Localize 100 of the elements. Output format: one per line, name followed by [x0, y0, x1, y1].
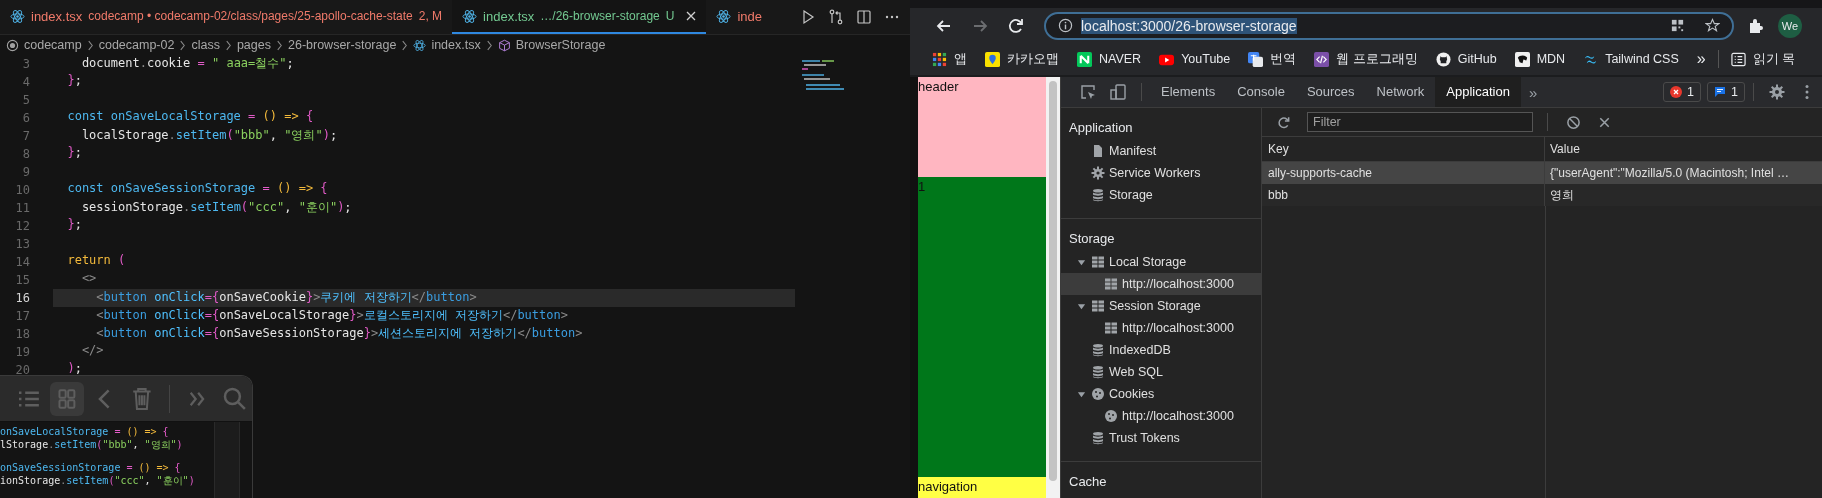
star-icon[interactable] [1705, 18, 1720, 33]
code-line: }; [66, 217, 83, 233]
devtools-tab[interactable]: Network [1365, 77, 1436, 107]
column-header[interactable]: Value [1545, 137, 1822, 161]
file-icon [1091, 144, 1105, 158]
profile-avatar[interactable]: We [1778, 13, 1802, 38]
database-icon [1091, 431, 1105, 445]
breadcrumb-item[interactable]: BrowserStorage [515, 38, 606, 52]
cookie-icon [1104, 409, 1118, 423]
bookmark[interactable]: Tailwind CSS [1583, 51, 1679, 67]
breadcrumb-item[interactable]: index.tsx [431, 38, 481, 52]
tree-item[interactable]: Local Storage [1061, 251, 1261, 273]
qr-code-icon[interactable] [1670, 18, 1685, 33]
bookmark[interactable]: 번역 [1248, 50, 1297, 68]
column-header[interactable]: Key [1262, 137, 1545, 161]
atom-icon [413, 38, 427, 52]
list-icon [1730, 51, 1746, 67]
editor-tab[interactable]: index.tsx codecamp • codecamp-02/class/pages/25-apollo-cache-state 2, M [0, 0, 453, 34]
devtools-tab[interactable]: Sources [1295, 77, 1366, 107]
atom-icon [10, 8, 25, 24]
tree-item[interactable]: IndexedDB [1061, 339, 1261, 361]
tree-item[interactable]: Trust Tokens [1061, 427, 1261, 449]
line-number: 17 [14, 309, 30, 323]
code-line: return ( [66, 253, 127, 269]
expand-arrow-icon[interactable] [1077, 301, 1086, 311]
scroll-track[interactable] [214, 422, 240, 498]
breadcrumb-item[interactable]: class [191, 38, 220, 52]
expand-arrow-icon[interactable] [1077, 257, 1086, 267]
breadcrumb-item[interactable]: pages [236, 38, 271, 52]
chevron-icon [276, 39, 283, 51]
breadcrumb-item[interactable]: codecamp [24, 38, 82, 52]
code-line: ); [66, 361, 83, 377]
atom-icon [462, 8, 478, 24]
code-line: }; [66, 145, 83, 161]
tree-item[interactable]: Cookies [1061, 383, 1261, 405]
code-line: lStorage.setItem("bbb", "영희") [0, 439, 183, 450]
tree-item[interactable]: Web SQL [1061, 361, 1261, 383]
tree-item[interactable]: http://localhost:3000 [1061, 317, 1261, 339]
close-icon[interactable] [686, 11, 697, 21]
chevron-icon [224, 39, 232, 51]
table-cell: bbb [1262, 184, 1545, 206]
code-line: document.cookie = " aaa=철수"; [80, 55, 295, 72]
page-text: 1 [918, 179, 926, 194]
more-bookmarks-button[interactable]: » [1696, 50, 1706, 68]
database-icon [1091, 343, 1105, 357]
tree-item[interactable]: Manifest [1061, 140, 1261, 162]
more-tabs-button[interactable]: » [1520, 83, 1546, 101]
line-number: 19 [14, 345, 30, 359]
line-number: 20 [14, 363, 30, 377]
editor-tab[interactable]: inde [706, 0, 772, 34]
play-icon[interactable] [800, 9, 816, 25]
table-row[interactable]: bbb 영희 [1262, 184, 1822, 206]
table-icon [1104, 321, 1118, 335]
tree-item[interactable]: http://localhost:3000 [1061, 273, 1261, 295]
bookmark[interactable]: YouTube [1159, 51, 1231, 67]
table-row[interactable]: ally-supports-cache {"userAgent":"Mozilla/5.0 (Macintosh; Intel … [1262, 162, 1822, 184]
line-number: 3 [21, 57, 30, 71]
split-editor-icon[interactable] [856, 9, 872, 25]
line-number: 5 [21, 93, 30, 107]
devtools-tab[interactable]: Console [1226, 77, 1296, 107]
breadcrumb-item[interactable]: codecamp-02 [98, 38, 175, 52]
message-count-badge[interactable]: 1 [1707, 82, 1745, 102]
line-number: 18 [14, 327, 30, 341]
reading-list-button[interactable]: 읽기 목 [1730, 50, 1796, 68]
line-number: 6 [21, 111, 30, 125]
code-line: </> [80, 343, 105, 359]
bookmark[interactable]: 웹 프로그래밍 [1314, 50, 1418, 68]
bookmark[interactable]: 카카오맵 [985, 50, 1059, 68]
bookmark[interactable]: 앱 [932, 50, 967, 68]
error-count-badge[interactable]: 1 [1663, 82, 1702, 102]
gear-icon [1091, 166, 1105, 180]
table-icon [1091, 299, 1105, 313]
bookmark[interactable]: NAVER [1077, 51, 1142, 67]
cat-icon [1435, 51, 1451, 67]
page-text: header [918, 79, 959, 94]
database-icon [1091, 365, 1105, 379]
scrollbar[interactable] [1046, 77, 1060, 498]
table-icon [1104, 277, 1118, 291]
tree-item[interactable]: Service Workers [1061, 162, 1261, 184]
tree-item[interactable]: Session Storage [1061, 295, 1261, 317]
bookmark[interactable]: GitHub [1435, 51, 1497, 67]
editor-tab[interactable]: index.tsx …/26-browser-storage U [452, 0, 707, 34]
line-number: 15 [14, 273, 30, 287]
line-number: 13 [14, 237, 30, 251]
table-cell-text: {"userAgent":"Mozilla/5.0 (Macintosh; Intel … [1549, 165, 1790, 182]
expand-arrow-icon[interactable] [1077, 389, 1086, 399]
devtools-tab[interactable]: Application [1435, 77, 1521, 107]
compare-icon[interactable] [828, 9, 844, 25]
breadcrumb-item[interactable]: 26-browser-storage [288, 38, 397, 52]
devtools-tab[interactable]: Elements [1150, 77, 1227, 107]
section-heading: Storage [1068, 230, 1116, 248]
address-bar[interactable]: localhost:3000/26-browser-storage [1044, 11, 1734, 40]
code-line: <button onClick={onSaveLocalStorage}>로컬스토리지에 저장하기</button> [95, 307, 569, 324]
filter-field[interactable]: Filter [1307, 112, 1533, 132]
line-number: 4 [21, 75, 30, 89]
tree-item[interactable]: Storage [1061, 184, 1261, 206]
bookmark[interactable]: MDN [1514, 51, 1566, 67]
tree-item[interactable]: http://localhost:3000 [1061, 405, 1261, 427]
line-number: 11 [14, 201, 30, 215]
tile-icon [1514, 51, 1530, 67]
